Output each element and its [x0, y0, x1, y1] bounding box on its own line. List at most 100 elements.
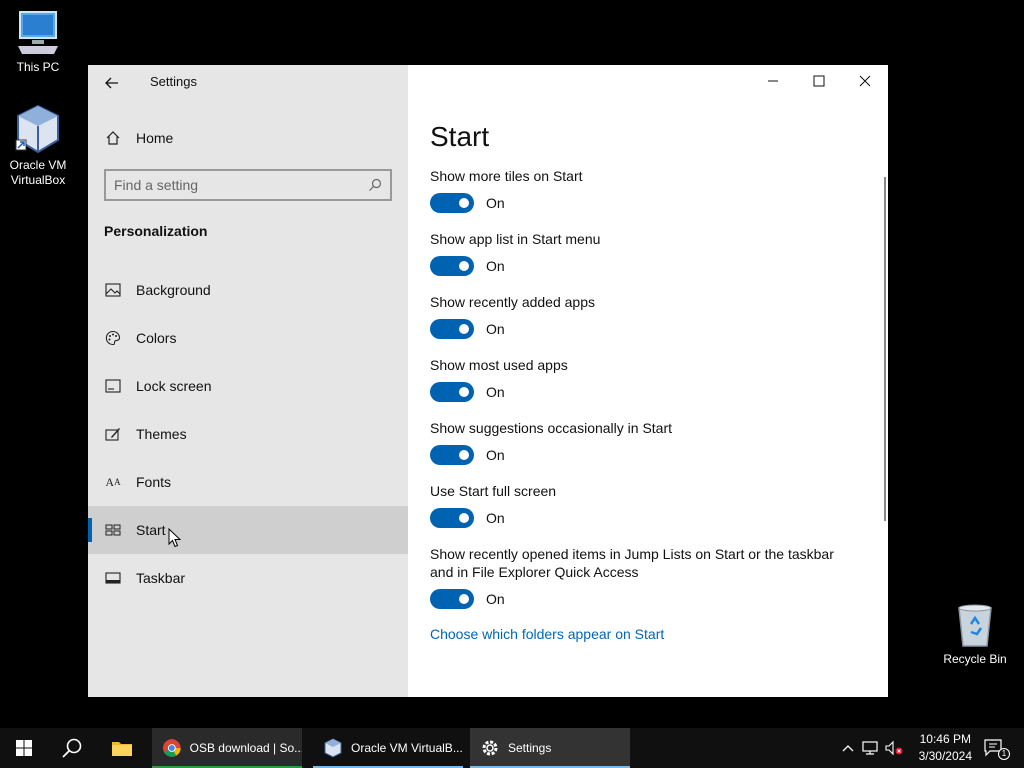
sidebar-item-colors[interactable]: Colors	[88, 314, 408, 362]
start-button[interactable]	[0, 728, 48, 768]
desktop-icon-recycle-bin[interactable]: Recycle Bin	[937, 602, 1013, 667]
close-button[interactable]	[842, 65, 888, 97]
setting-jump-lists: Show recently opened items in Jump Lists…	[430, 545, 870, 614]
background-icon	[104, 281, 122, 299]
sidebar-item-label: Background	[136, 282, 211, 298]
setting-label: Show app list in Start menu	[430, 231, 601, 247]
close-icon	[859, 75, 871, 87]
sidebar-item-label: Colors	[136, 330, 177, 346]
settings-window: Settings Home Personalization Background	[88, 65, 888, 697]
choose-folders-link[interactable]: Choose which folders appear on Start	[430, 626, 664, 642]
setting-more-tiles: Show more tiles on Start On	[430, 167, 870, 218]
section-title: Personalization	[104, 223, 208, 239]
sidebar-item-fonts[interactable]: AA Fonts	[88, 458, 408, 506]
setting-label: Show more tiles on Start	[430, 168, 583, 184]
toggle-switch[interactable]	[430, 445, 474, 465]
toggle-knob	[459, 324, 469, 334]
toggle-knob	[459, 198, 469, 208]
back-button[interactable]	[100, 71, 124, 95]
minimize-button[interactable]	[750, 65, 796, 97]
back-arrow-icon	[105, 77, 118, 89]
gear-icon	[482, 740, 498, 756]
toggle-switch[interactable]	[430, 319, 474, 339]
page-title: Start	[430, 121, 490, 152]
toggle-state: On	[486, 591, 505, 607]
maximize-button[interactable]	[796, 65, 842, 97]
toggle-switch[interactable]	[430, 256, 474, 276]
toggle-knob	[459, 513, 469, 523]
sidebar-item-label: Taskbar	[136, 570, 186, 586]
clock[interactable]: 10:46 PM 3/30/2024	[919, 731, 972, 765]
palette-icon	[104, 329, 122, 347]
toggle-knob	[459, 387, 469, 397]
network-icon[interactable]	[860, 738, 880, 758]
setting-most-used: Show most used apps On	[430, 356, 870, 407]
sidebar-item-themes[interactable]: Themes	[88, 410, 408, 458]
desktop-icon-label: This PC	[16, 60, 60, 74]
settings-sidebar: Settings Home Personalization Background	[88, 65, 408, 697]
settings-content: Start Show more tiles on Start On Show a…	[430, 121, 870, 644]
sidebar-item-lock-screen[interactable]: Lock screen	[88, 362, 408, 410]
setting-full-screen: Use Start full screen On	[430, 482, 870, 533]
search-icon[interactable]	[368, 178, 382, 192]
maximize-icon	[813, 75, 825, 87]
taskbar-app-settings[interactable]: Settings	[470, 728, 630, 768]
scrollbar[interactable]	[884, 177, 886, 521]
volume-muted-icon[interactable]	[884, 738, 904, 758]
toggle-knob	[459, 450, 469, 460]
file-explorer-button[interactable]	[98, 728, 146, 768]
taskbar-app-virtualbox[interactable]: Oracle VM VirtualB...	[313, 728, 463, 768]
taskbar-app-chrome[interactable]: OSB download | So...	[152, 728, 302, 768]
desktop-icon-virtualbox[interactable]: Oracle VM VirtualBox	[0, 104, 76, 188]
search-input[interactable]	[114, 177, 368, 193]
sidebar-item-label: Fonts	[136, 474, 172, 490]
nav-home[interactable]: Home	[88, 119, 408, 157]
sidebar-item-label: Themes	[136, 426, 187, 442]
toggle-state: On	[486, 258, 505, 274]
toggle-state: On	[486, 321, 505, 337]
search-box[interactable]	[104, 169, 392, 201]
notification-center-button[interactable]: 1	[982, 738, 1010, 760]
toggle-state: On	[486, 384, 505, 400]
clock-date: 3/30/2024	[918, 749, 972, 763]
setting-suggestions: Show suggestions occasionally in Start O…	[430, 419, 870, 470]
toggle-state: On	[486, 447, 505, 463]
setting-label: Show recently opened items in Jump Lists…	[430, 546, 834, 580]
virtualbox-icon	[324, 738, 342, 758]
toggle-state: On	[486, 510, 505, 526]
toggle-switch[interactable]	[430, 382, 474, 402]
sidebar-item-taskbar[interactable]: Taskbar	[88, 554, 408, 602]
sidebar-item-background[interactable]: Background	[88, 266, 408, 314]
start-icon	[104, 521, 122, 539]
toggle-switch[interactable]	[430, 589, 474, 609]
folder-icon	[112, 742, 132, 756]
chevron-up-icon[interactable]	[838, 738, 858, 758]
setting-label: Use Start full screen	[430, 483, 557, 499]
minimize-icon	[768, 80, 778, 82]
taskbar-icon	[104, 569, 122, 587]
computer-icon	[18, 11, 58, 54]
search-button[interactable]	[48, 728, 96, 768]
taskbar: OSB download | So... Oracle VM VirtualB.…	[0, 728, 1024, 768]
taskbar-app-label: Settings	[508, 741, 552, 755]
toggle-switch[interactable]	[430, 508, 474, 528]
desktop-icon-label: Oracle VM	[9, 158, 67, 172]
setting-recently-added: Show recently added apps On	[430, 293, 870, 344]
lock-screen-icon	[104, 377, 122, 395]
toggle-switch[interactable]	[430, 193, 474, 213]
windows-logo-icon	[16, 740, 32, 756]
clock-time: 10:46 PM	[919, 732, 971, 746]
sidebar-item-start[interactable]: Start	[88, 506, 408, 554]
mouse-cursor-icon	[168, 528, 182, 548]
setting-app-list: Show app list in Start menu On	[430, 230, 870, 281]
taskbar-app-label: OSB download | So...	[189, 741, 302, 755]
desktop-icon-this-pc[interactable]: This PC	[0, 10, 76, 75]
setting-label: Show suggestions occasionally in Start	[430, 420, 673, 436]
taskbar-app-label: Oracle VM VirtualB...	[351, 741, 463, 755]
fonts-icon: AA	[105, 474, 121, 489]
toggle-knob	[459, 261, 469, 271]
home-icon	[104, 129, 122, 147]
chrome-icon	[162, 739, 181, 757]
sidebar-item-label: Lock screen	[136, 378, 212, 394]
desktop-icon-label: Recycle Bin	[943, 652, 1007, 666]
